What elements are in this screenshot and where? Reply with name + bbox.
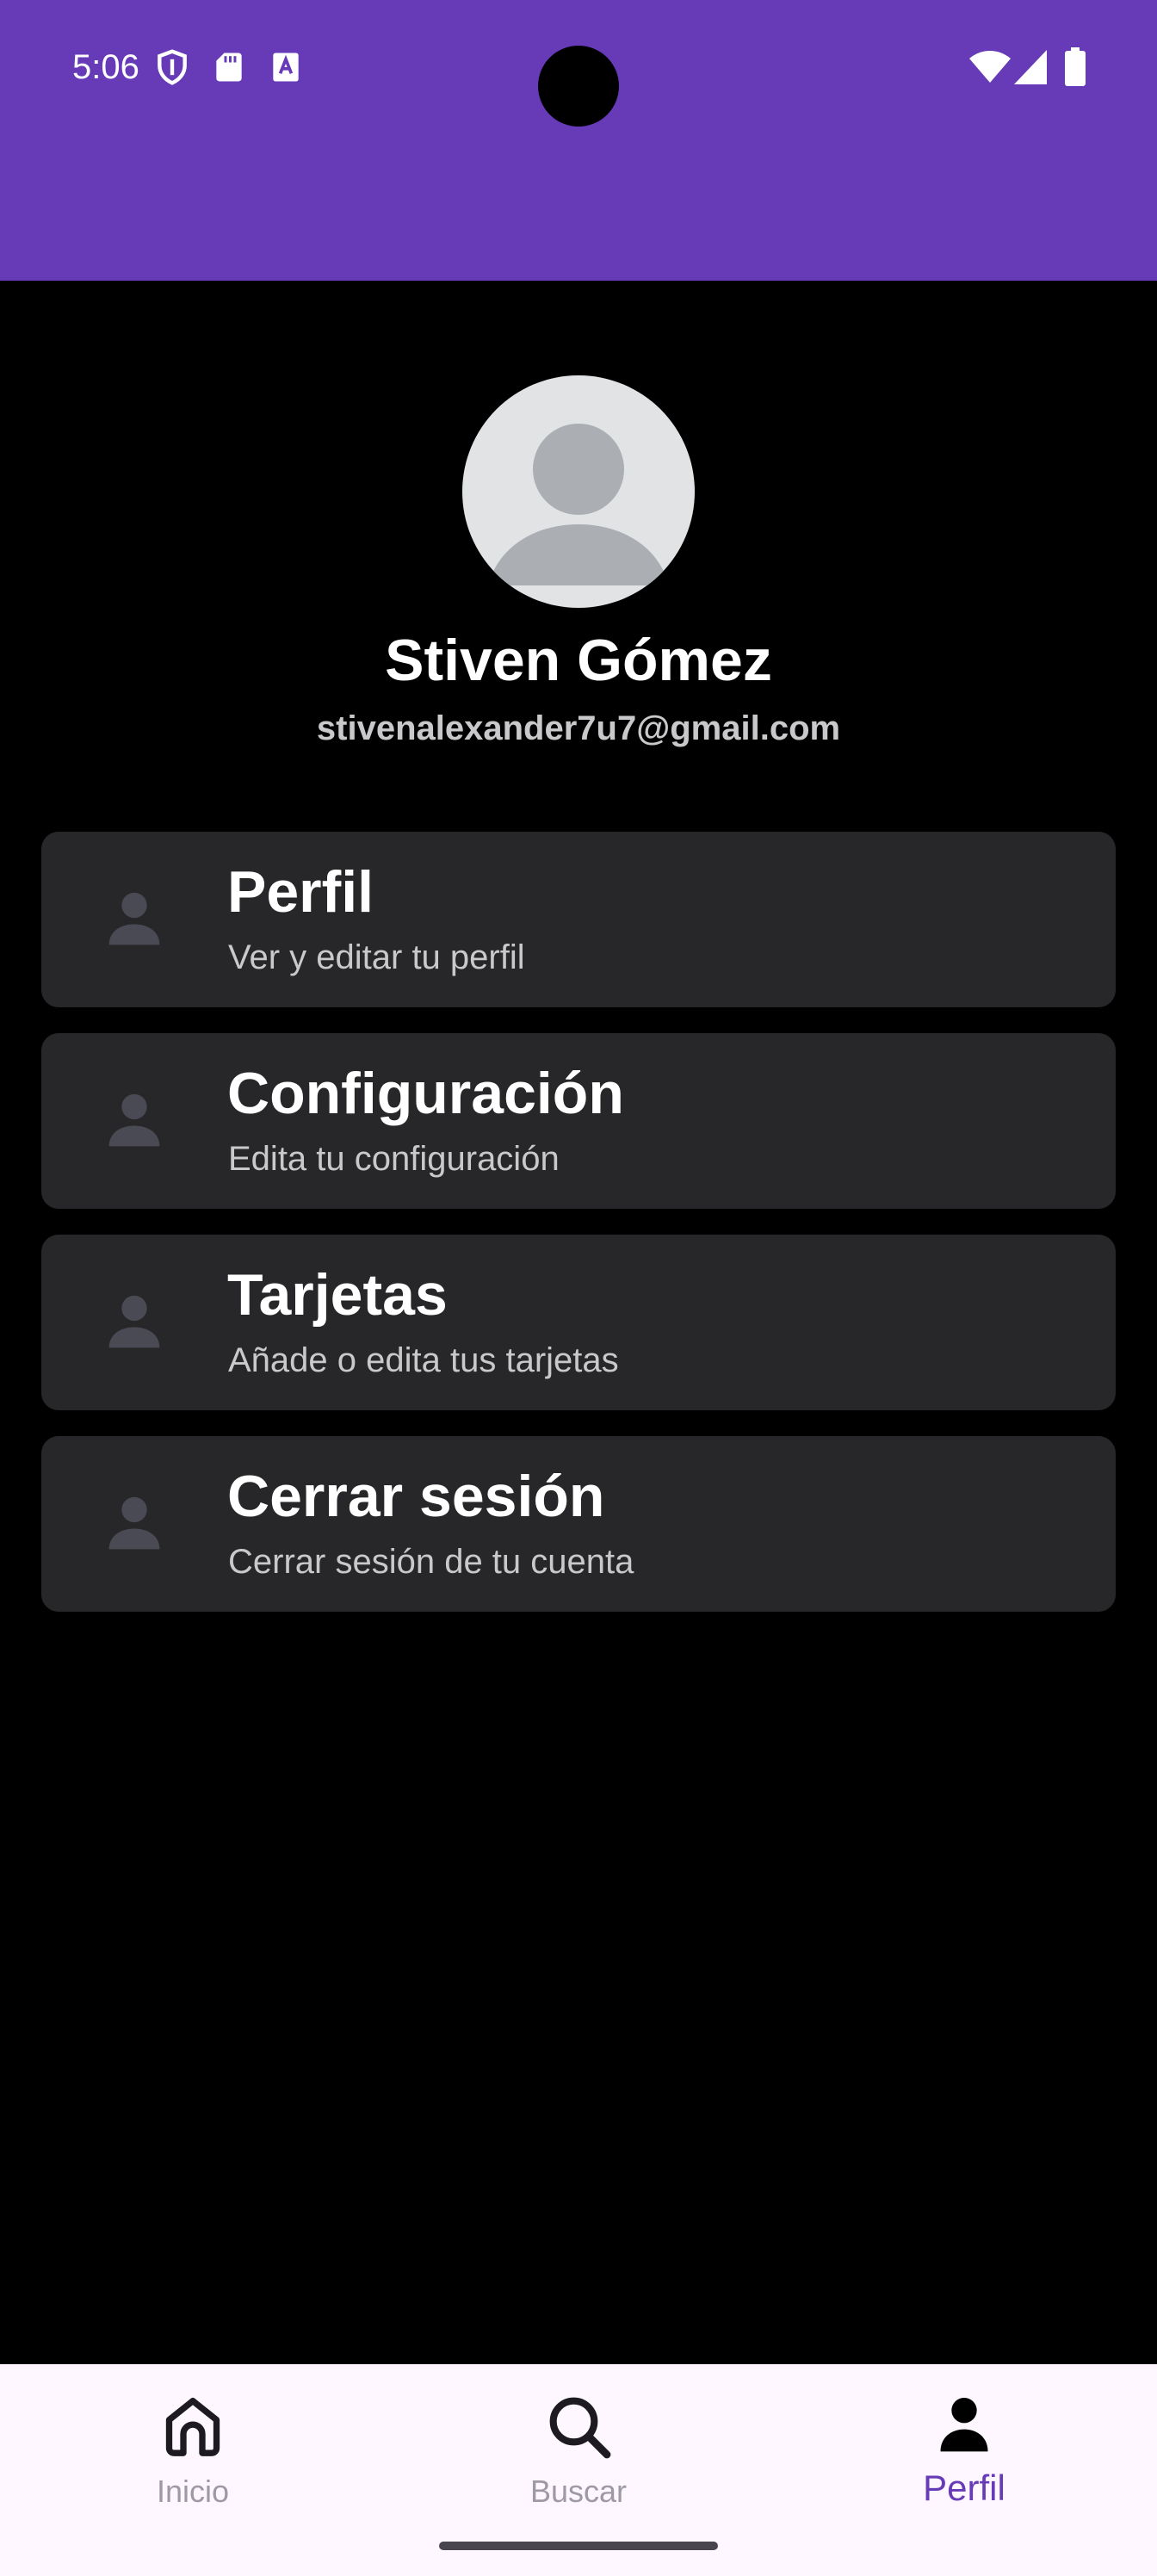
wifi-icon xyxy=(968,48,1012,86)
person-icon xyxy=(96,882,172,957)
nav-label: Buscar xyxy=(529,2474,628,2509)
menu-item-title: Configuración xyxy=(227,1061,624,1126)
menu-item-subtitle: Añade o edita tus tarjetas xyxy=(228,1341,619,1379)
avatar[interactable] xyxy=(462,375,695,608)
nav-label: Inicio xyxy=(156,2474,230,2509)
menu-item-subtitle: Ver y editar tu perfil xyxy=(228,938,525,976)
nav-item-buscar[interactable]: Buscar xyxy=(386,2364,771,2528)
font-a-icon xyxy=(267,48,305,86)
person-icon xyxy=(96,1285,172,1360)
app-bar: 5:06 xyxy=(0,0,1157,281)
person-icon xyxy=(926,2388,1002,2464)
menu-item-subtitle: Cerrar sesión de tu cuenta xyxy=(228,1543,634,1581)
menu-item-cerrar-sesion[interactable]: Cerrar sesión Cerrar sesión de tu cuenta xyxy=(41,1436,1116,1612)
nav-item-inicio[interactable]: Inicio xyxy=(0,2364,386,2528)
camera-cutout xyxy=(538,46,619,127)
menu-item-perfil[interactable]: Perfil Ver y editar tu perfil xyxy=(41,832,1116,1007)
search-icon xyxy=(541,2388,616,2464)
menu-item-configuracion[interactable]: Configuración Edita tu configuración xyxy=(41,1033,1116,1209)
user-email: stivenalexander7u7@gmail.com xyxy=(316,709,841,747)
person-icon xyxy=(96,1486,172,1562)
signal-icon xyxy=(1012,48,1049,86)
shield-icon xyxy=(153,48,191,86)
user-name: Stiven Gómez xyxy=(385,628,772,693)
home-icon xyxy=(155,2388,231,2464)
menu-item-tarjetas[interactable]: Tarjetas Añade o edita tus tarjetas xyxy=(41,1235,1116,1410)
person-icon xyxy=(488,424,669,585)
menu-item-title: Tarjetas xyxy=(227,1262,448,1328)
sd-card-icon xyxy=(210,48,248,86)
person-icon xyxy=(96,1083,172,1159)
home-indicator[interactable] xyxy=(439,2542,718,2550)
bottom-navigation: Inicio Buscar Perfil xyxy=(0,2364,1157,2576)
menu-item-title: Cerrar sesión xyxy=(227,1464,605,1529)
nav-item-perfil[interactable]: Perfil xyxy=(771,2364,1157,2528)
menu-item-title: Perfil xyxy=(227,859,374,925)
menu-item-subtitle: Edita tu configuración xyxy=(228,1140,560,1178)
status-time: 5:06 xyxy=(72,48,139,86)
battery-icon xyxy=(1064,47,1086,87)
nav-label: Perfil xyxy=(923,2468,1005,2508)
